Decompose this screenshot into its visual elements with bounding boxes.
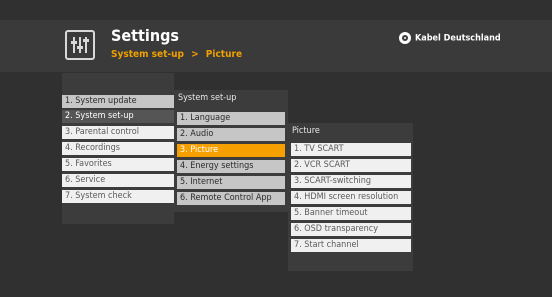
picture-item-osd-transparency[interactable]: 6. OSD transparency <box>291 223 411 236</box>
brand-logo: Kabel Deutschland <box>399 32 501 44</box>
submenu-item-remote-control-app[interactable]: 6. Remote Control App <box>177 192 285 205</box>
setup-menu-panel: System set-up 1. Language 2. Audio 3. Pi… <box>174 90 288 212</box>
picture-item-start-channel[interactable]: 7. Start channel <box>291 239 411 252</box>
submenu-item-language[interactable]: 1. Language <box>177 112 285 125</box>
menu-item-favorites[interactable]: 5. Favorites <box>62 158 174 171</box>
kabel-deutschland-logo-icon <box>399 32 411 44</box>
breadcrumb-separator: > <box>191 49 199 60</box>
picture-item-tv-scart[interactable]: 1. TV SCART <box>291 143 411 156</box>
breadcrumb-item: Picture <box>205 49 243 60</box>
picture-item-hdmi-resolution[interactable]: 4. HDMI screen resolution <box>291 191 411 204</box>
breadcrumb: System set-up > Picture <box>111 49 246 60</box>
brand-name: Kabel Deutschland <box>415 33 501 44</box>
menu-item-service[interactable]: 6. Service <box>62 174 174 187</box>
page-title: Settings <box>111 26 179 45</box>
picture-menu-header: Picture <box>288 123 413 139</box>
settings-screen: Settings System set-up > Picture Kabel D… <box>0 0 552 297</box>
menu-item-system-update[interactable]: 1. System update <box>62 95 174 108</box>
submenu-item-energy-settings[interactable]: 4. Energy settings <box>177 160 285 173</box>
menu-item-parental-control[interactable]: 3. Parental control <box>62 126 174 139</box>
submenu-item-internet[interactable]: 5. Internet <box>177 176 285 189</box>
picture-item-banner-timeout[interactable]: 5. Banner timeout <box>291 207 411 220</box>
picture-item-scart-switching[interactable]: 3. SCART-switching <box>291 175 411 188</box>
submenu-item-picture[interactable]: 3. Picture <box>177 144 285 157</box>
menu-item-system-check[interactable]: 7. System check <box>62 190 174 203</box>
setup-menu-header: System set-up <box>178 93 237 103</box>
menu-item-recordings[interactable]: 4. Recordings <box>62 142 174 155</box>
submenu-item-audio[interactable]: 2. Audio <box>177 128 285 141</box>
menu-item-system-setup[interactable]: 2. System set-up <box>62 110 174 123</box>
breadcrumb-item: System set-up <box>111 49 184 60</box>
main-menu-panel: 1. System update 2. System set-up 3. Par… <box>62 73 174 224</box>
sliders-icon <box>65 30 95 60</box>
picture-menu-panel: Picture 1. TV SCART 2. VCR SCART 3. SCAR… <box>288 123 413 271</box>
picture-item-vcr-scart[interactable]: 2. VCR SCART <box>291 159 411 172</box>
